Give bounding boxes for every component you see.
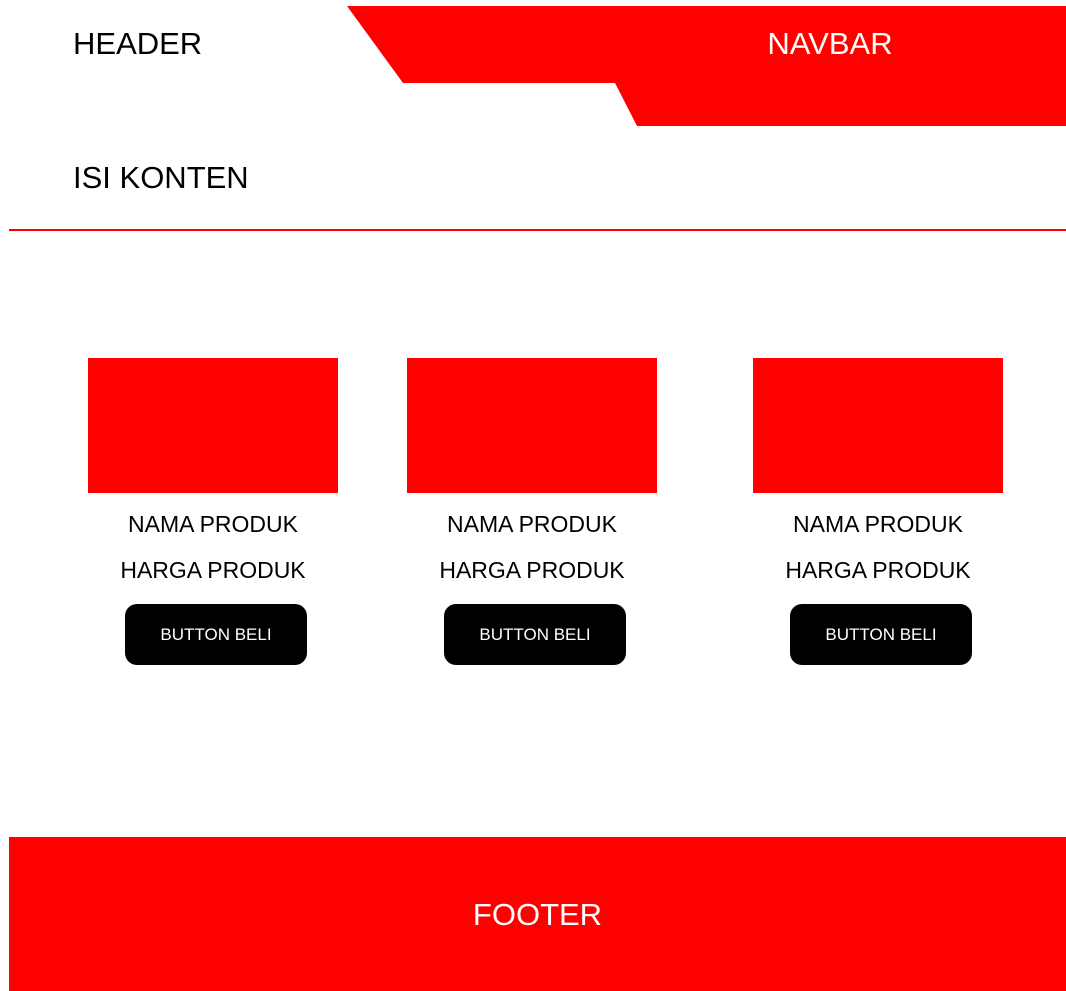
product-price: HARGA PRODUK bbox=[120, 557, 306, 583]
product-card: NAMA PRODUK HARGA PRODUK BUTTON BELI bbox=[88, 358, 338, 668]
divider bbox=[9, 229, 1066, 231]
product-card: NAMA PRODUK HARGA PRODUK BUTTON BELI bbox=[753, 358, 1003, 668]
navbar-label: NAVBAR bbox=[767, 26, 893, 61]
buy-button[interactable]: BUTTON BELI bbox=[125, 604, 307, 665]
buy-button[interactable]: BUTTON BELI bbox=[790, 604, 972, 665]
content-title: ISI KONTEN bbox=[73, 160, 249, 195]
navbar-background bbox=[347, 6, 1066, 126]
product-image bbox=[407, 358, 657, 493]
footer-label: FOOTER bbox=[472, 897, 603, 932]
product-name: NAMA PRODUK bbox=[793, 511, 963, 537]
product-name: NAMA PRODUK bbox=[128, 511, 298, 537]
buy-button[interactable]: BUTTON BELI bbox=[444, 604, 626, 665]
product-price: HARGA PRODUK bbox=[785, 557, 971, 583]
navbar bbox=[347, 6, 1066, 126]
product-image bbox=[753, 358, 1003, 493]
product-card: NAMA PRODUK HARGA PRODUK BUTTON BELI bbox=[407, 358, 657, 668]
product-name: NAMA PRODUK bbox=[447, 511, 617, 537]
footer: FOOTER bbox=[9, 837, 1066, 991]
product-price: HARGA PRODUK bbox=[439, 557, 625, 583]
product-image bbox=[88, 358, 338, 493]
